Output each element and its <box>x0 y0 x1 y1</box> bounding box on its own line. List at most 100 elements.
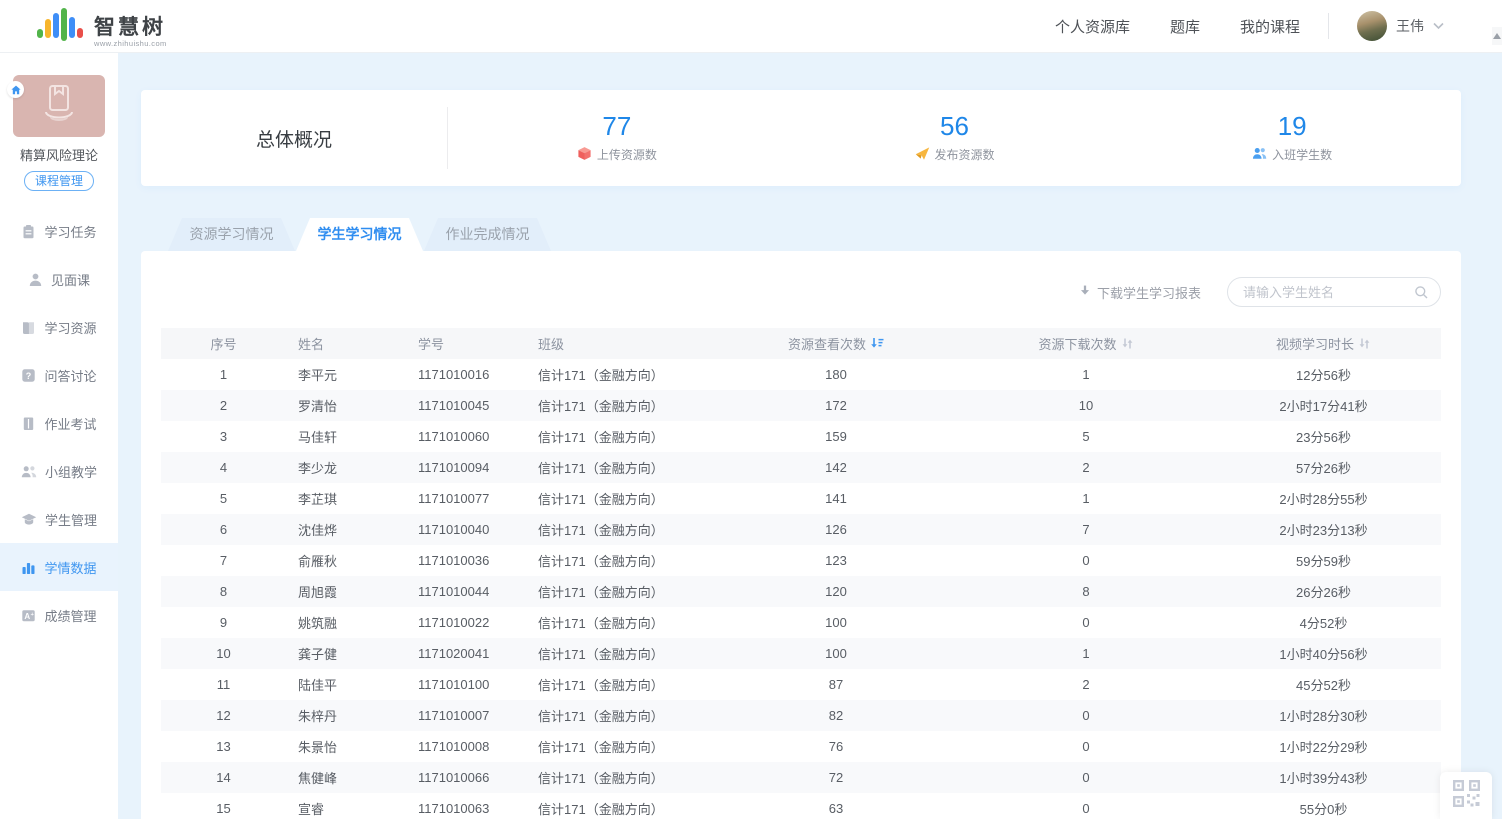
cell-class: 信计171（金融方向） <box>526 799 706 818</box>
cell-downloads: 0 <box>966 770 1206 785</box>
cell-views: 87 <box>706 677 966 692</box>
col-video-duration: 视频学习时长 <box>1206 334 1441 353</box>
bar-chart-icon <box>21 560 36 575</box>
nav-item-my-courses[interactable]: 我的课程 <box>1240 16 1300 37</box>
sidebar-item-grade-management[interactable]: A+ 成绩管理 <box>0 591 118 639</box>
sidebar-item-meeting-class[interactable]: 见面课 <box>0 255 118 303</box>
sort-desc-active-icon[interactable] <box>870 337 884 350</box>
cell-downloads: 0 <box>966 615 1206 630</box>
nav-item-personal-resources[interactable]: 个人资源库 <box>1055 16 1130 37</box>
sidebar-item-group-teaching[interactable]: 小组教学 <box>0 447 118 495</box>
sidebar-item-learning-tasks[interactable]: 学习任务 <box>0 207 118 255</box>
home-icon[interactable] <box>7 81 24 98</box>
cell-index: 15 <box>161 801 286 816</box>
cell-name: 李芷琪 <box>286 489 406 508</box>
cell-student-id: 1171010016 <box>406 367 526 382</box>
cell-name: 姚筑融 <box>286 613 406 632</box>
course-thumbnail[interactable] <box>13 75 105 137</box>
cell-class: 信计171（金融方向） <box>526 520 706 539</box>
cell-student-id: 1171010100 <box>406 677 526 692</box>
cell-class: 信计171（金融方向） <box>526 427 706 446</box>
qr-code-button[interactable] <box>1440 772 1492 819</box>
cell-class: 信计171（金融方向） <box>526 489 706 508</box>
col-student-id: 学号 <box>406 334 526 353</box>
cell-student-id: 1171010045 <box>406 398 526 413</box>
cell-class: 信计171（金融方向） <box>526 737 706 756</box>
cell-downloads: 5 <box>966 429 1206 444</box>
col-resource-downloads: 资源下载次数 <box>966 334 1206 353</box>
sidebar-menu: 学习任务 见面课 学习资源 ? 问答讨论 <box>0 207 118 639</box>
cell-views: 172 <box>706 398 966 413</box>
tab-homework-completion[interactable]: 作业完成情况 <box>424 218 551 251</box>
col-index: 序号 <box>161 334 286 353</box>
col-label: 学号 <box>418 334 444 353</box>
people-icon <box>1252 146 1267 164</box>
screen: 智慧树 www.zhihuishu.com 个人资源库 题库 我的课程 王伟 <box>0 0 1502 819</box>
cell-name: 朱梓丹 <box>286 706 406 725</box>
sidebar-item-label: 见面课 <box>51 270 90 289</box>
table-row: 10龚子健1171020041信计171（金融方向）10011小时40分56秒 <box>161 638 1441 669</box>
cell-views: 180 <box>706 367 966 382</box>
sidebar-item-learning-resources[interactable]: 学习资源 <box>0 303 118 351</box>
avatar[interactable] <box>1357 11 1387 41</box>
scrollbar-up[interactable] <box>1492 27 1502 45</box>
sidebar-item-label: 学习资源 <box>44 318 96 337</box>
cell-views: 63 <box>706 801 966 816</box>
table-row: 8周旭霞1171010044信计171（金融方向）120826分26秒 <box>161 576 1441 607</box>
cell-duration: 55分0秒 <box>1206 799 1441 818</box>
sidebar-item-student-management[interactable]: 学生管理 <box>0 495 118 543</box>
cell-index: 9 <box>161 615 286 630</box>
stat-value: 19 <box>1123 113 1461 139</box>
cell-index: 12 <box>161 708 286 723</box>
sidebar-item-homework-exam[interactable]: 作业考试 <box>0 399 118 447</box>
chevron-down-icon[interactable] <box>1433 17 1444 35</box>
download-report-link[interactable]: 下载学生学习报表 <box>1078 283 1201 302</box>
sort-inactive-icon[interactable] <box>1358 337 1371 350</box>
cell-duration: 12分56秒 <box>1206 365 1441 384</box>
topbar-divider <box>1328 13 1329 39</box>
search-icon[interactable] <box>1414 285 1429 305</box>
cell-name: 李平元 <box>286 365 406 384</box>
cell-index: 6 <box>161 522 286 537</box>
svg-text:?: ? <box>26 371 32 381</box>
cell-class: 信计171（金融方向） <box>526 365 706 384</box>
search-box <box>1227 277 1441 307</box>
logo[interactable]: 智慧树 www.zhihuishu.com <box>36 5 167 48</box>
cell-duration: 23分56秒 <box>1206 427 1441 446</box>
cell-duration: 59分59秒 <box>1206 551 1441 570</box>
cell-downloads: 8 <box>966 584 1206 599</box>
cell-duration: 2小时28分55秒 <box>1206 489 1441 508</box>
tab-resource-learning[interactable]: 资源学习情况 <box>168 218 295 251</box>
stat-label-text: 入班学生数 <box>1272 146 1332 163</box>
cell-duration: 57分26秒 <box>1206 458 1441 477</box>
user-menu[interactable]: 王伟 <box>1357 11 1444 41</box>
cell-student-id: 1171010077 <box>406 491 526 506</box>
col-label: 班级 <box>538 334 564 353</box>
tabs: 资源学习情况 学生学习情况 作业完成情况 <box>168 218 552 251</box>
cell-class: 信计171（金融方向） <box>526 396 706 415</box>
sort-inactive-icon[interactable] <box>1121 337 1134 350</box>
brand-name: 智慧树 <box>94 17 167 38</box>
stat-value: 77 <box>448 113 786 139</box>
grade-icon: A+ <box>21 608 36 623</box>
sidebar-item-qa-discussion[interactable]: ? 问答讨论 <box>0 351 118 399</box>
student-learning-panel: 下载学生学习报表 序号 姓名 学号 班级 资源查看次数 <box>141 251 1461 819</box>
cell-name: 陆佳平 <box>286 675 406 694</box>
nav-item-question-bank[interactable]: 题库 <box>1170 16 1200 37</box>
sidebar-item-learning-data[interactable]: 学情数据 <box>0 543 118 591</box>
students-table: 序号 姓名 学号 班级 资源查看次数 资源下载次数 <box>161 328 1441 819</box>
table-row: 13朱景怡1171010008信计171（金融方向）7601小时22分29秒 <box>161 731 1441 762</box>
book-icon <box>21 320 36 335</box>
tab-student-learning[interactable]: 学生学习情况 <box>296 218 423 251</box>
svg-text:+: + <box>31 612 34 618</box>
cell-views: 76 <box>706 739 966 754</box>
search-input[interactable] <box>1228 278 1440 306</box>
cell-index: 10 <box>161 646 286 661</box>
svg-text:A: A <box>25 612 31 621</box>
topbar: 智慧树 www.zhihuishu.com 个人资源库 题库 我的课程 王伟 <box>0 0 1502 53</box>
table-row: 7俞雁秋1171010036信计171（金融方向）123059分59秒 <box>161 545 1441 576</box>
cell-index: 11 <box>161 677 286 692</box>
cell-index: 4 <box>161 460 286 475</box>
logo-bars-icon <box>36 5 86 48</box>
cell-views: 100 <box>706 646 966 661</box>
